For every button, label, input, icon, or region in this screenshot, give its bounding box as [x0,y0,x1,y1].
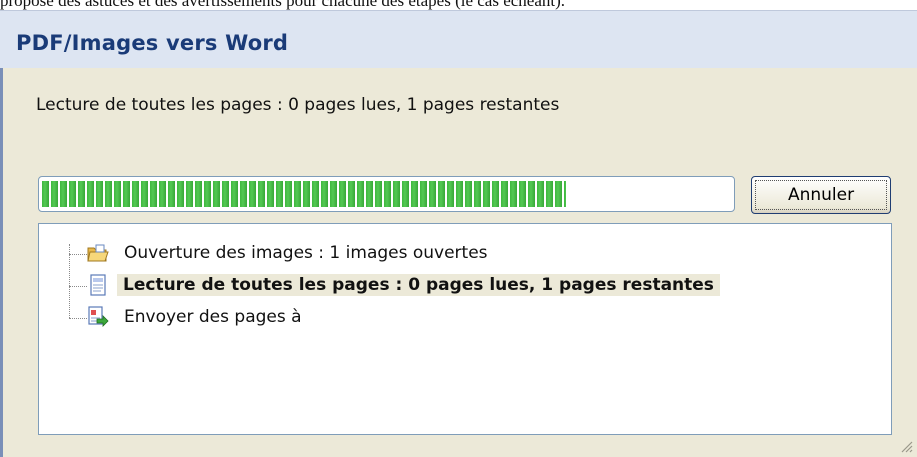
window-title: PDF/Images vers Word [16,31,289,55]
send-document-icon [88,306,109,327]
title-bar[interactable]: PDF/Images vers Word [0,10,917,68]
dialog-window: PDF/Images vers Word Lecture de toutes l… [0,10,917,457]
progress-fill [42,181,566,207]
window-border [0,68,3,457]
tree-item-label: Lecture de toutes les pages : 0 pages lu… [117,274,720,296]
status-text: Lecture de toutes les pages : 0 pages lu… [36,95,560,115]
tree-connector [69,244,70,318]
page-icon [90,274,106,296]
steps-tree[interactable]: Ouverture des images : 1 images ouvertes… [38,223,892,435]
progress-bar [38,176,735,212]
tree-item-label: Envoyer des pages à [124,307,302,327]
cancel-button-label: Annuler [755,180,887,210]
tree-item-label: Ouverture des images : 1 images ouvertes [124,243,488,263]
resize-grip-icon[interactable] [899,439,913,453]
tree-connector [69,254,87,255]
tree-connector [69,318,87,319]
tree-connector [69,286,87,287]
cancel-button[interactable]: Annuler [751,176,891,214]
folder-open-icon [87,244,109,262]
